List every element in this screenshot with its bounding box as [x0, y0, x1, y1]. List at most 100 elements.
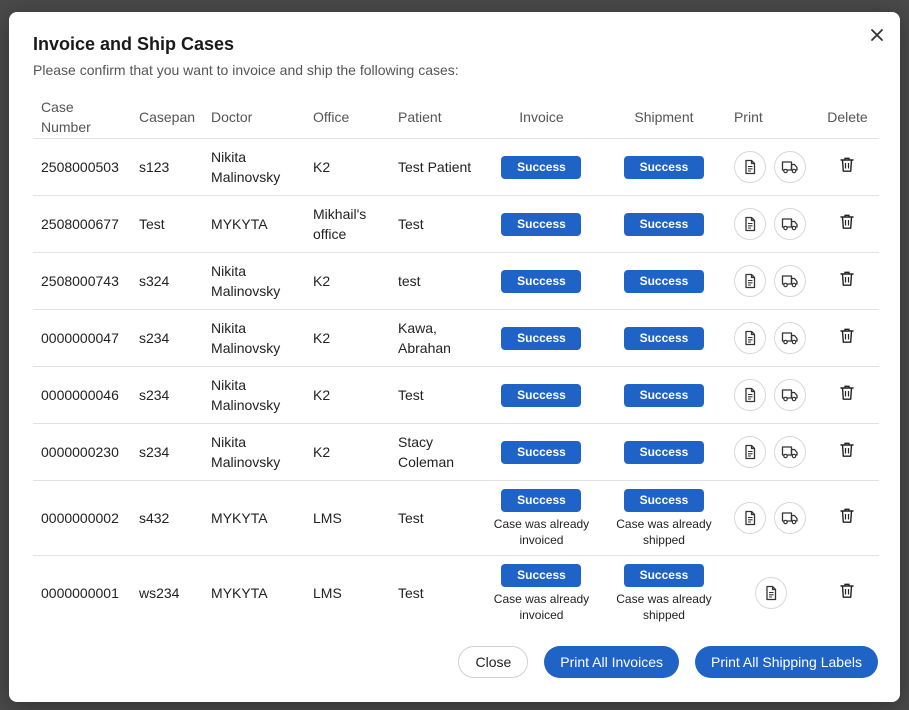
- cell-print: [725, 366, 816, 424]
- close-icon[interactable]: [868, 26, 886, 44]
- cell-casepan: s234: [130, 366, 204, 424]
- shipment-status-badge: Success: [623, 563, 704, 587]
- cell-patient: Stacy Coleman: [390, 423, 481, 481]
- cell-casepan: s324: [130, 252, 204, 310]
- table-header-row: Case Number Casepan Doctor Office Patien…: [33, 96, 879, 139]
- invoice-ship-dialog: Invoice and Ship Cases Please confirm th…: [9, 12, 900, 702]
- table-row: 0000000002 s432 MYKYTA LMS Test Success Case w…: [33, 480, 879, 556]
- cell-doctor: Nikita Malinovsky: [203, 252, 306, 310]
- shipment-status-badge: Success: [623, 155, 704, 179]
- header-doctor: Doctor: [203, 96, 306, 139]
- cell-office: LMS: [305, 480, 390, 556]
- print-invoice-button[interactable]: [733, 379, 766, 411]
- print-invoice-button[interactable]: [754, 577, 787, 609]
- invoice-status-badge: Success: [501, 326, 582, 350]
- print-shipping-label-button[interactable]: [773, 436, 806, 468]
- cell-office: K2: [305, 423, 390, 481]
- cell-casepan: ws234: [138, 585, 180, 601]
- print-invoice-button[interactable]: [733, 208, 766, 240]
- print-shipping-label-button[interactable]: [773, 379, 806, 411]
- truck-icon: [781, 510, 799, 526]
- trash-icon[interactable]: [839, 156, 855, 178]
- cell-doctor: Nikita Malinovsky: [203, 423, 306, 481]
- document-icon: [742, 510, 758, 526]
- document-icon: [742, 444, 758, 460]
- print-invoice-button[interactable]: [733, 502, 766, 534]
- table-row: 2508000677 Test MYKYTA Mikhail's office Test…: [33, 195, 879, 253]
- cell-office: K2: [305, 366, 390, 424]
- table-row: 0000000046 s234 Nikita Malinovsky K2 Test Suc…: [33, 366, 879, 424]
- dialog-subtitle: Please confirm that you want to invoice …: [33, 62, 459, 78]
- cell-case-number: 2508000503: [33, 138, 131, 196]
- cell-shipment: Success: [601, 195, 726, 253]
- truck-icon: [781, 330, 799, 346]
- table-row: 0000000230 s234 Nikita Malinovsky K2 Stacy C…: [33, 423, 879, 481]
- trash-icon[interactable]: [839, 582, 855, 604]
- cell-invoice: Success: [480, 138, 602, 196]
- cell-case-number: 0000000001: [41, 585, 119, 601]
- table-row: 2508000743 s324 Nikita Malinovsky K2 test Suc…: [33, 252, 879, 310]
- invoice-note: Case was already invoiced: [493, 591, 590, 622]
- print-invoice-button[interactable]: [733, 322, 766, 354]
- cell-shipment: Success Case was already shipped: [601, 480, 726, 556]
- shipment-note: Case was already shipped: [616, 591, 712, 622]
- trash-icon[interactable]: [839, 213, 855, 235]
- print-invoice-button[interactable]: [733, 436, 766, 468]
- close-button[interactable]: Close: [458, 646, 529, 678]
- dialog-footer: Close Print All Invoices Print All Shipp…: [458, 646, 878, 678]
- trash-icon[interactable]: [839, 507, 855, 529]
- invoice-status-badge: Success: [501, 440, 582, 464]
- cell-doctor: MYKYTA: [203, 480, 306, 556]
- cell-delete: [815, 252, 879, 310]
- trash-icon[interactable]: [839, 270, 855, 292]
- truck-icon: [781, 387, 799, 403]
- cell-doctor: MYKYTA: [203, 195, 306, 253]
- cell-case-number: 2508000743: [33, 252, 131, 310]
- cell-patient: test: [390, 252, 481, 310]
- print-invoice-button[interactable]: [733, 265, 766, 297]
- print-shipping-label-button[interactable]: [773, 151, 806, 183]
- table-row: 2508000503 s123 Nikita Malinovsky K2 Test Pa…: [33, 138, 879, 196]
- print-all-invoices-button[interactable]: Print All Invoices: [544, 646, 679, 678]
- print-shipping-label-button[interactable]: [773, 265, 806, 297]
- invoice-status-badge: Success: [501, 269, 582, 293]
- cell-invoice: Success Case was already invoiced: [480, 480, 602, 556]
- cell-shipment: Success: [601, 309, 726, 367]
- truck-icon: [781, 444, 799, 460]
- trash-icon[interactable]: [839, 327, 855, 349]
- trash-icon[interactable]: [839, 441, 855, 463]
- cell-casepan: s234: [130, 309, 204, 367]
- print-shipping-label-button[interactable]: [773, 322, 806, 354]
- header-shipment: Shipment: [601, 96, 726, 139]
- header-office: Office: [305, 96, 390, 139]
- invoice-status-badge: Success: [501, 212, 582, 236]
- cases-table: Case Number Casepan Doctor Office Patien…: [33, 96, 879, 630]
- cell-print: [725, 252, 816, 310]
- cell-invoice: Success: [480, 195, 602, 253]
- invoice-status-badge: Success: [501, 488, 582, 512]
- document-icon: [742, 159, 758, 175]
- cell-print: [725, 423, 816, 481]
- print-all-shipping-labels-button[interactable]: Print All Shipping Labels: [695, 646, 878, 678]
- cell-casepan: s123: [130, 138, 204, 196]
- trash-icon[interactable]: [839, 384, 855, 406]
- header-casepan: Casepan: [130, 96, 204, 139]
- cell-office: K2: [305, 138, 390, 196]
- print-shipping-label-button[interactable]: [773, 502, 806, 534]
- cell-delete: [815, 423, 879, 481]
- cell-office: Mikhail's office: [305, 195, 390, 253]
- cell-shipment: Success: [601, 366, 726, 424]
- cell-invoice: Success: [480, 423, 602, 481]
- cell-case-number: 2508000677: [33, 195, 131, 253]
- cell-office: K2: [305, 252, 390, 310]
- cell-patient: Test: [390, 366, 481, 424]
- cell-delete: [815, 480, 879, 556]
- shipment-note: Case was already shipped: [616, 516, 712, 547]
- print-invoice-button[interactable]: [733, 151, 766, 183]
- cell-shipment: Success: [601, 252, 726, 310]
- cell-shipment: Success: [601, 138, 726, 196]
- cell-patient: Test: [398, 585, 424, 601]
- print-shipping-label-button[interactable]: [773, 208, 806, 240]
- cell-invoice: Success: [480, 366, 602, 424]
- cell-shipment: Success Case was already shipped: [602, 556, 726, 631]
